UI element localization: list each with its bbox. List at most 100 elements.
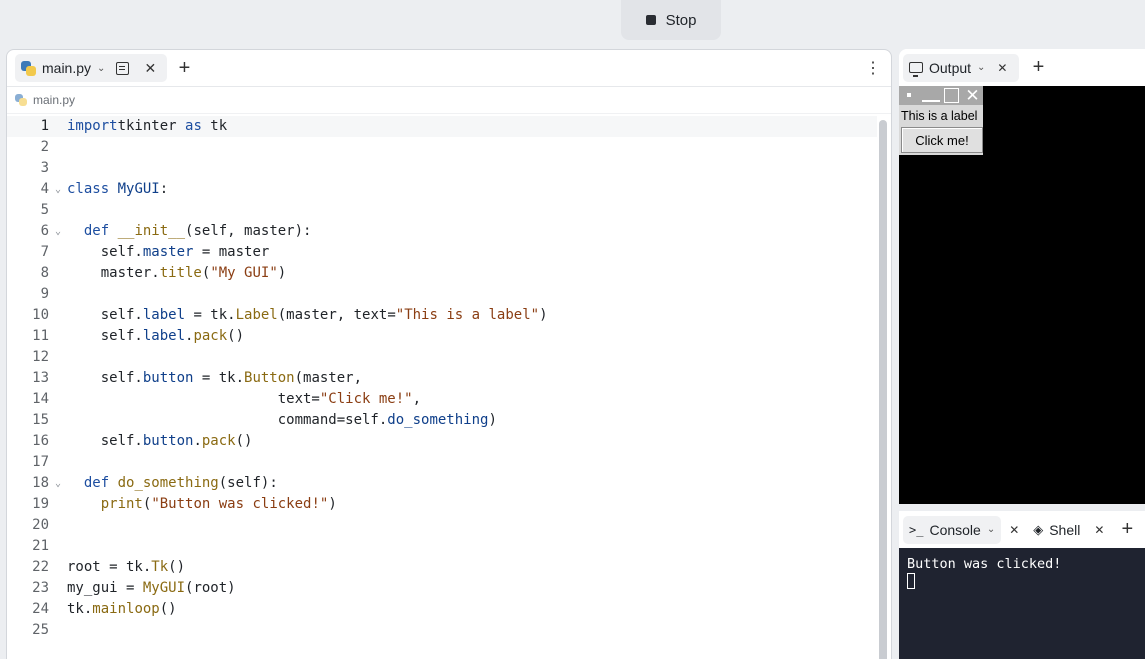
fold-chevron-icon[interactable]: ⌄ bbox=[49, 179, 67, 200]
code-line[interactable]: 18 ⌄ def do_something(self): bbox=[7, 473, 877, 494]
editor-scrollbar[interactable] bbox=[879, 120, 887, 659]
console-line: Button was clicked! bbox=[907, 556, 1062, 572]
code-line[interactable]: 3 bbox=[7, 158, 877, 179]
breadcrumb: main.py bbox=[7, 87, 891, 114]
line-number: 5 bbox=[40, 202, 49, 218]
close-icon[interactable]: ✕ bbox=[139, 57, 161, 79]
stop-button[interactable]: Stop bbox=[621, 0, 721, 40]
line-number: 24 bbox=[32, 601, 49, 617]
tk-window[interactable]: ✕ This is a label Click me! bbox=[899, 86, 983, 155]
line-number: 25 bbox=[32, 622, 49, 638]
line-number: 13 bbox=[32, 370, 49, 386]
close-icon[interactable]: ✕ bbox=[1088, 519, 1110, 541]
maximize-icon[interactable] bbox=[944, 88, 959, 103]
tk-click-button[interactable]: Click me! bbox=[901, 127, 983, 153]
code-text: self.button = tk.Button(master, bbox=[67, 370, 363, 386]
add-tab-icon[interactable]: + bbox=[173, 57, 195, 79]
code-line[interactable]: 20 bbox=[7, 515, 877, 536]
close-icon[interactable]: ✕ bbox=[963, 86, 982, 105]
tab-main-py[interactable]: main.py ⌄ ✕ bbox=[15, 54, 168, 82]
code-line[interactable]: 8 master.title("My GUI") bbox=[7, 263, 877, 284]
line-number: 4 bbox=[40, 181, 49, 197]
code-line[interactable]: 14 text="Click me!", bbox=[7, 389, 877, 410]
breadcrumb-file[interactable]: main.py bbox=[33, 93, 75, 107]
output-pane: Output ⌄ ✕ + ✕ This is a label Click me! bbox=[899, 49, 1145, 504]
fold-chevron-icon[interactable]: ⌄ bbox=[49, 473, 67, 494]
code-text: self.master = master bbox=[67, 244, 270, 260]
code-line[interactable]: 2 bbox=[7, 137, 877, 158]
code-line[interactable]: 15 command=self.do_something) bbox=[7, 410, 877, 431]
console-output[interactable]: Button was clicked! bbox=[899, 548, 1145, 602]
code-line[interactable]: 9 bbox=[7, 284, 877, 305]
code-line[interactable]: 17 bbox=[7, 452, 877, 473]
code-text: root = tk.Tk() bbox=[67, 559, 186, 575]
fold-chevron-icon[interactable]: ⌄ bbox=[49, 221, 67, 242]
window-menu-icon[interactable] bbox=[907, 93, 911, 97]
code-line[interactable]: 22 root = tk.Tk() bbox=[7, 557, 877, 578]
code-line[interactable]: 4 ⌄ class MyGUI: bbox=[7, 179, 877, 200]
code-line[interactable]: 7 self.master = master bbox=[7, 242, 877, 263]
more-options-icon[interactable]: ⋮ bbox=[865, 58, 881, 78]
line-number: 14 bbox=[32, 391, 49, 407]
close-icon[interactable]: ✕ bbox=[991, 57, 1013, 79]
code-text: master.title("My GUI") bbox=[67, 265, 287, 281]
python-icon bbox=[21, 60, 36, 76]
fold-gutter bbox=[49, 599, 67, 620]
chevron-down-icon[interactable]: ⌄ bbox=[977, 62, 985, 73]
tab-output[interactable]: Output ⌄ ✕ bbox=[903, 53, 1020, 82]
shell-icon: ◈ bbox=[1033, 521, 1044, 537]
code-line[interactable]: 11 self.label.pack() bbox=[7, 326, 877, 347]
code-line[interactable]: 13 self.button = tk.Button(master, bbox=[7, 368, 877, 389]
code-line[interactable]: 23 my_gui = MyGUI(root) bbox=[7, 578, 877, 599]
line-number: 8 bbox=[40, 265, 49, 281]
line-number: 16 bbox=[32, 433, 49, 449]
fold-gutter bbox=[49, 578, 67, 599]
line-number: 22 bbox=[32, 559, 49, 575]
output-tab-label: Output bbox=[929, 59, 972, 76]
minimize-icon[interactable] bbox=[922, 100, 940, 102]
line-number: 19 bbox=[32, 496, 49, 512]
output-screen[interactable]: ✕ This is a label Click me! bbox=[899, 86, 1145, 504]
add-tab-icon[interactable]: + bbox=[1116, 518, 1138, 541]
fold-gutter bbox=[49, 347, 67, 368]
fold-gutter bbox=[49, 410, 67, 431]
code-line[interactable]: 25 bbox=[7, 620, 877, 641]
line-number: 11 bbox=[32, 328, 49, 344]
output-tab-bar: Output ⌄ ✕ + bbox=[899, 49, 1145, 86]
fold-gutter bbox=[49, 284, 67, 305]
code-text: command=self.do_something) bbox=[67, 412, 497, 428]
code-line[interactable]: 6 ⌄ def __init__(self, master): bbox=[7, 221, 877, 242]
tk-titlebar[interactable]: ✕ bbox=[899, 86, 983, 105]
code-text: class MyGUI: bbox=[67, 181, 169, 197]
terminal-icon: >_ bbox=[909, 522, 924, 537]
line-number: 12 bbox=[32, 349, 49, 365]
code-line[interactable]: 5 bbox=[7, 200, 877, 221]
code-line[interactable]: 16 self.button.pack() bbox=[7, 431, 877, 452]
code-line[interactable]: 10 self.label = tk.Label(master, text="T… bbox=[7, 305, 877, 326]
fold-gutter bbox=[49, 116, 67, 137]
tab-console[interactable]: >_ Console ⌄ bbox=[903, 515, 1002, 544]
code-line[interactable]: 24 tk.mainloop() bbox=[7, 599, 877, 620]
code-text: def do_something(self): bbox=[83, 475, 278, 491]
stop-label: Stop bbox=[665, 11, 697, 29]
code-text: self.label = tk.Label(master, text="This… bbox=[67, 307, 548, 323]
code-text: self.label.pack() bbox=[67, 328, 245, 344]
chevron-down-icon[interactable]: ⌄ bbox=[987, 524, 995, 535]
fold-gutter bbox=[49, 389, 67, 410]
tab-shell[interactable]: ◈ Shell bbox=[1027, 516, 1086, 544]
code-line[interactable]: 12 bbox=[7, 347, 877, 368]
fold-gutter bbox=[49, 431, 67, 452]
code-line[interactable]: 21 bbox=[7, 536, 877, 557]
line-number: 15 bbox=[32, 412, 49, 428]
document-outline-icon[interactable] bbox=[111, 57, 133, 79]
add-tab-icon[interactable]: + bbox=[1027, 56, 1049, 79]
console-tab-label: Console bbox=[929, 521, 981, 538]
fold-gutter bbox=[49, 368, 67, 389]
code-line[interactable]: 1 importtkinter as tk bbox=[7, 116, 877, 137]
chevron-down-icon[interactable]: ⌄ bbox=[97, 63, 105, 74]
line-number: 10 bbox=[32, 307, 49, 323]
close-icon[interactable]: ✕ bbox=[1003, 519, 1025, 541]
code-editor[interactable]: 1 importtkinter as tk 2 3 4 ⌄ class MyGUI: 5 6 ⌄ … bbox=[7, 116, 877, 659]
code-line[interactable]: 19 print("Button was clicked!") bbox=[7, 494, 877, 515]
line-number: 20 bbox=[32, 517, 49, 533]
